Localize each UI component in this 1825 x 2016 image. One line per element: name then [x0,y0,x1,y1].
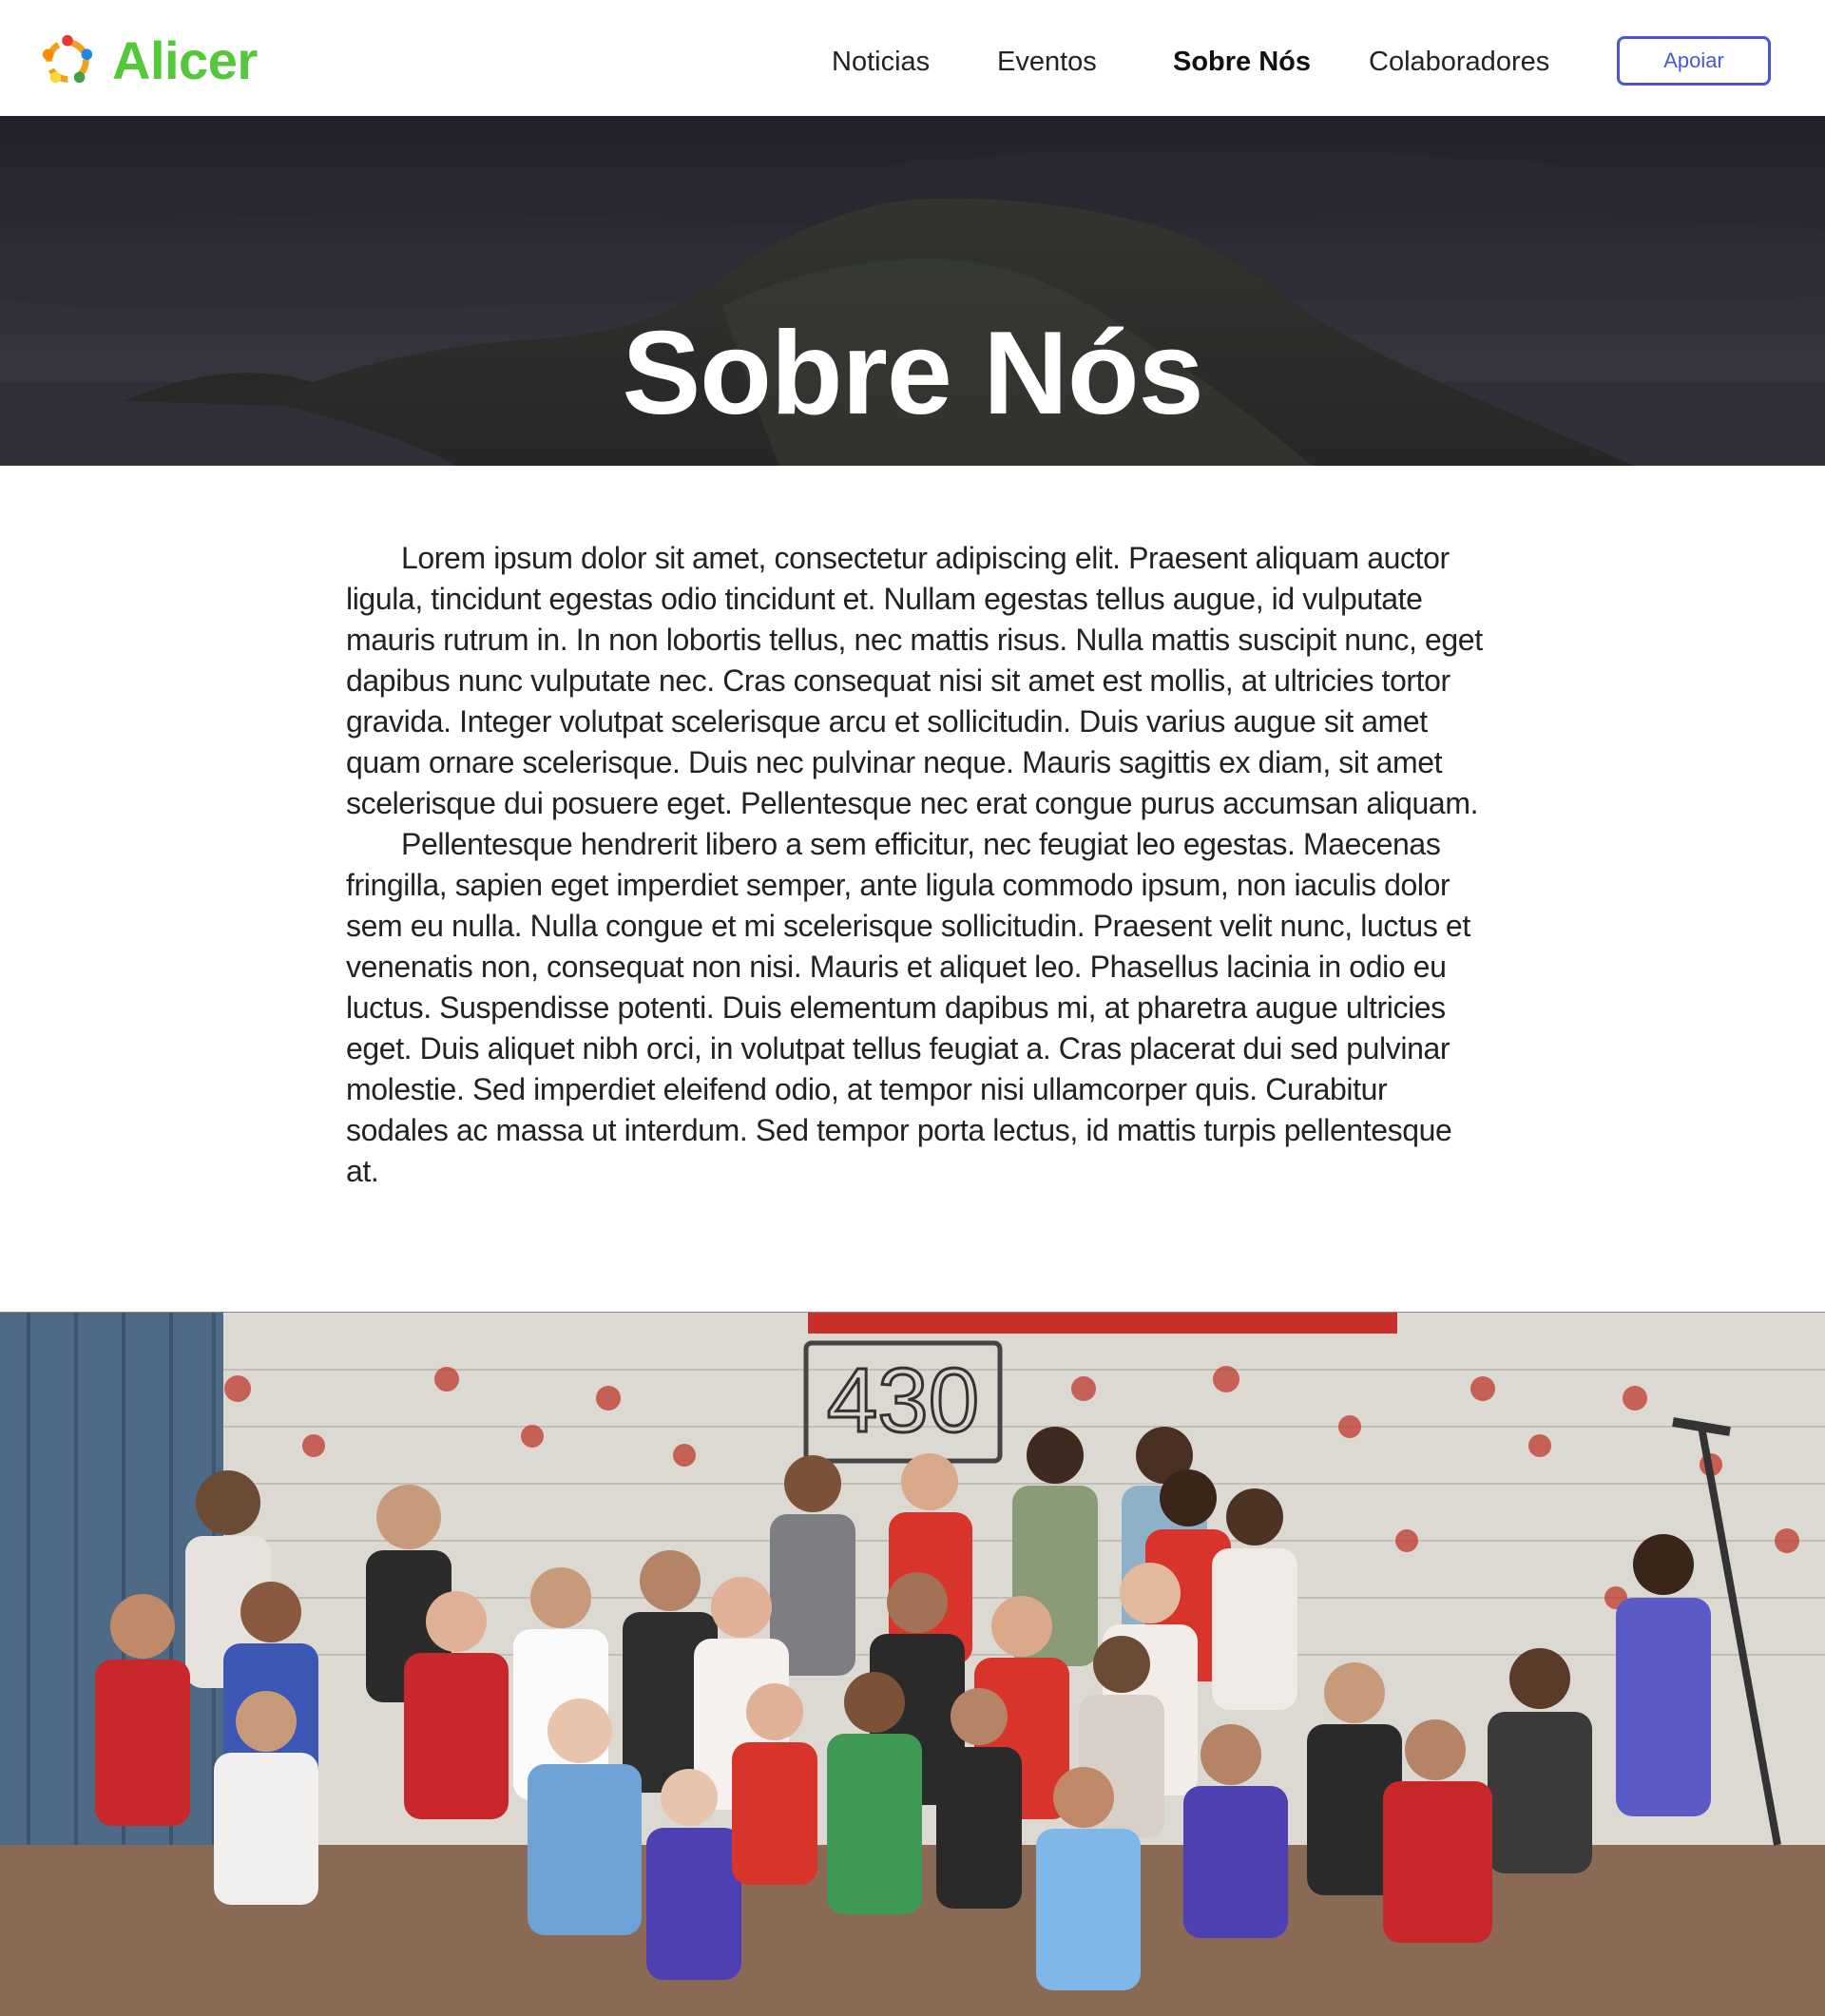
nav-item-noticias[interactable]: Noticias [832,43,930,81]
about-paragraph: Pellentesque hendrerit libero a sem effi… [346,827,1470,1188]
top-navigation-bar: Alicer Noticias Eventos Sobre Nós Colabo… [0,0,1825,116]
hero-banner: Sobre Nós [0,116,1825,466]
nav-item-sobre-nos[interactable]: Sobre Nós [1173,43,1311,81]
team-group-photo: 430 [0,1312,1825,2016]
people-circle-logo-icon [42,34,93,84]
brand-name: Alicer [112,30,258,90]
brand-home-link[interactable]: Alicer [40,32,258,89]
about-paragraph: Lorem ipsum dolor sit amet, consectetur … [346,541,1483,820]
team-photo-illustration: 430 [0,1313,1825,2016]
wall-number: 430 [827,1350,979,1451]
page-title: Sobre Nós [622,308,1203,440]
about-text: Lorem ipsum dolor sit amet, consectetur … [346,538,1487,1192]
nav-item-colaboradores[interactable]: Colaboradores [1369,43,1549,81]
support-button[interactable]: Apoiar [1617,36,1771,86]
nav-item-eventos[interactable]: Eventos [997,43,1097,81]
